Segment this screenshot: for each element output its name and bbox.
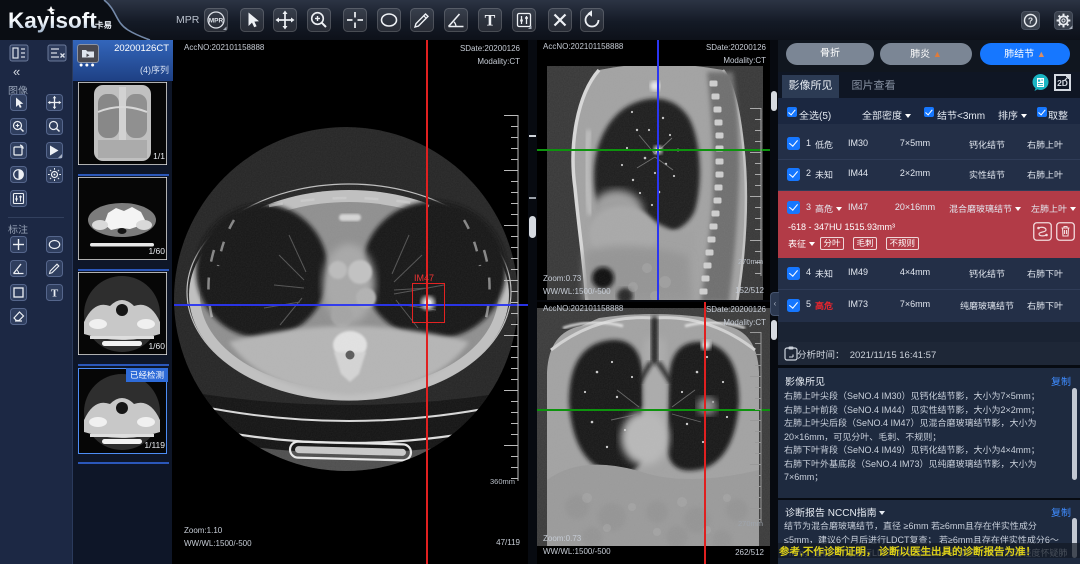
svg-text:T: T bbox=[51, 288, 59, 300]
svg-text:T: T bbox=[485, 13, 496, 30]
svg-text:卡易: 卡易 bbox=[95, 19, 112, 31]
svg-text:Kayisoft: Kayisoft bbox=[8, 8, 97, 33]
svg-text:MPR: MPR bbox=[209, 18, 224, 25]
svg-text:?: ? bbox=[1028, 16, 1033, 26]
